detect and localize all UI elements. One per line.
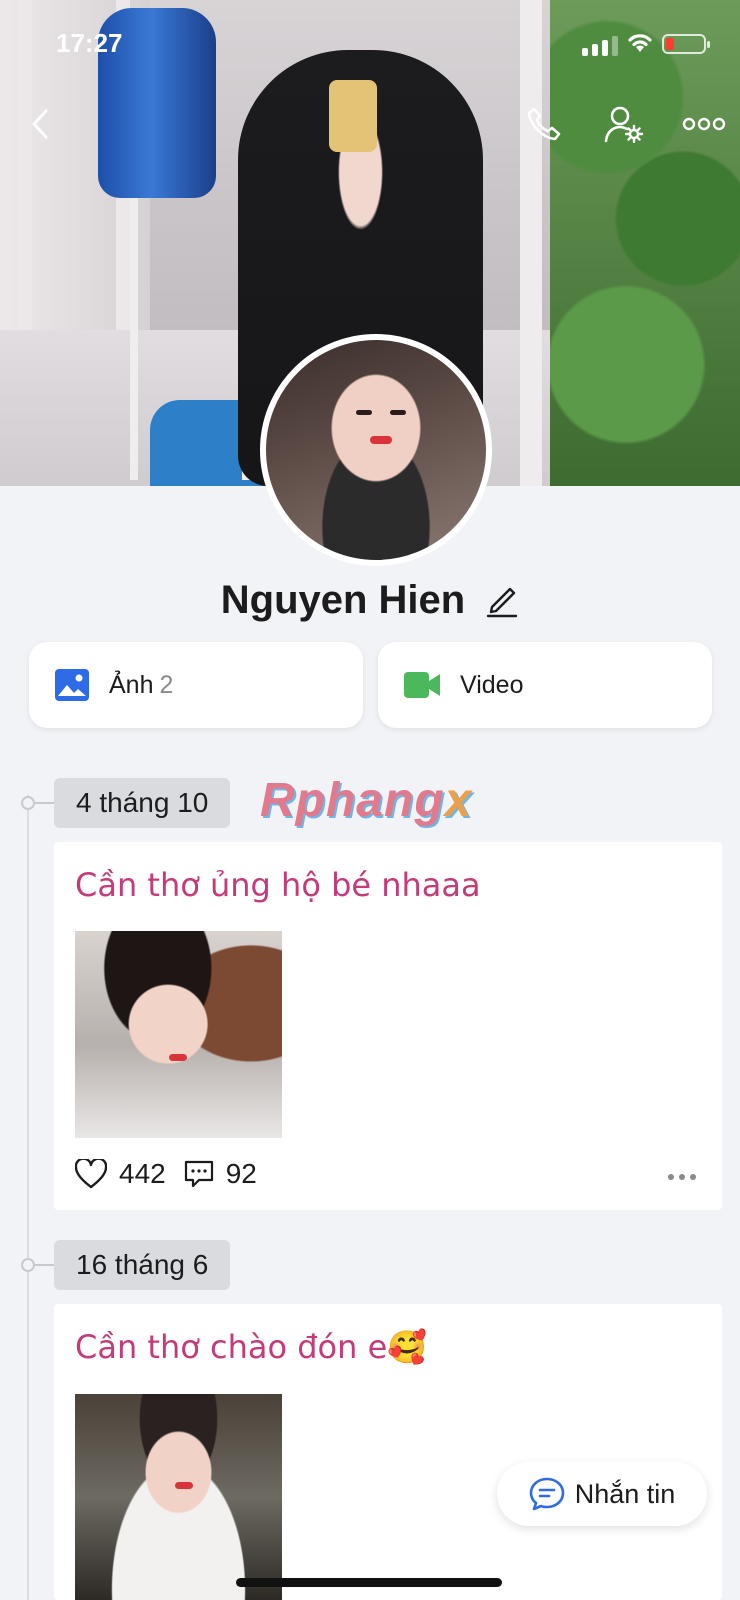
like-count: 442 <box>119 1158 166 1189</box>
post-date: 16 tháng 6 <box>54 1240 231 1290</box>
post-card[interactable]: Cần thơ chào đón e🥰 <box>54 1304 722 1600</box>
pencil-icon <box>487 587 518 618</box>
more-horizontal-icon <box>682 117 726 131</box>
post-date: 4 tháng 10 <box>54 778 231 828</box>
profile-settings-button[interactable] <box>600 100 648 148</box>
profile-name-row: Nguyen Hien <box>0 572 740 628</box>
video-camera-icon <box>404 672 440 698</box>
battery-icon <box>662 34 710 54</box>
post-text: Cần thơ chào đón e🥰 <box>75 1328 428 1366</box>
photos-label: Ảnh <box>109 670 154 699</box>
post-text: Cần thơ ủng hộ bé nhaaa <box>75 866 481 904</box>
watermark-logo: Rphangx <box>260 774 473 827</box>
video-button[interactable]: Video <box>378 642 712 728</box>
photos-button[interactable]: Ảnh 2 <box>29 642 363 728</box>
post-actions: 442 92 <box>75 1158 263 1190</box>
profile-name: Nguyen Hien <box>220 577 466 622</box>
post-card[interactable]: Cần thơ ủng hộ bé nhaaa 442 92 <box>54 842 722 1210</box>
back-button[interactable] <box>16 100 64 148</box>
call-button[interactable] <box>520 100 568 148</box>
post-photo[interactable] <box>75 1394 282 1600</box>
status-time: 17:27 <box>56 28 123 58</box>
timeline-line <box>27 795 29 1600</box>
more-options-button[interactable] <box>678 100 730 148</box>
profile-avatar[interactable] <box>260 334 492 566</box>
chat-bubble-icon <box>529 1477 565 1511</box>
comment-count: 92 <box>225 1158 257 1189</box>
home-indicator <box>236 1578 502 1587</box>
comment-button[interactable]: 92 <box>184 1158 257 1190</box>
timeline-dot <box>21 1258 35 1272</box>
like-button[interactable]: 442 <box>75 1158 166 1190</box>
wifi-icon <box>628 34 652 52</box>
video-label: Video <box>460 670 524 699</box>
comment-icon <box>184 1160 213 1188</box>
post-more-button[interactable] <box>668 1174 696 1180</box>
post-photo[interactable] <box>75 931 282 1138</box>
phone-icon <box>527 107 561 141</box>
send-message-label: Nhắn tin <box>574 1478 676 1509</box>
cellular-signal-icon <box>582 36 618 56</box>
status-bar: 17:27 <box>0 0 740 86</box>
user-settings-icon <box>604 106 644 144</box>
heart-icon <box>75 1159 107 1189</box>
timeline-dot <box>21 796 35 810</box>
photos-count: 2 <box>159 670 174 699</box>
send-message-button[interactable]: Nhắn tin <box>497 1462 707 1526</box>
edit-name-button[interactable] <box>485 580 519 620</box>
chevron-left-icon <box>32 109 48 139</box>
image-icon <box>55 669 89 701</box>
timeline-connector <box>35 1264 55 1266</box>
timeline-connector <box>35 802 55 804</box>
